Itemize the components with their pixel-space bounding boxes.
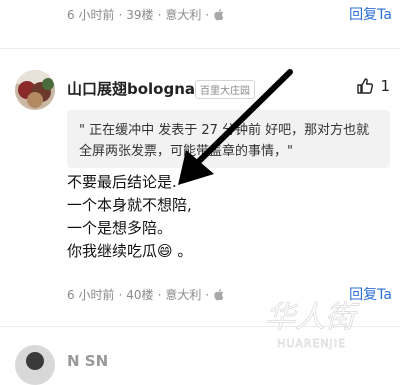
svg-text:华人街: 华人街 (265, 300, 360, 335)
location-badge: 百里大庄园 (195, 80, 255, 99)
comment-meta: 6 小时前 · 40楼 · 意大利 · (67, 286, 224, 303)
avatar[interactable] (15, 70, 55, 110)
apple-icon (214, 9, 224, 21)
comment-region: 意大利 (165, 288, 202, 302)
prev-reply-button[interactable]: 回复Ta (349, 4, 392, 24)
comment-time: 6 小时前 (67, 288, 115, 302)
comment-body: 不要最后结论是. 一个本身就不想陪, 一个是想多陪。 你我继续吃瓜😄 。 (67, 171, 192, 263)
prev-comment-meta: 6 小时前 · 39楼 · 意大利 · (67, 6, 224, 23)
next-avatar[interactable] (15, 345, 55, 385)
avatar-image (15, 345, 55, 385)
thumbs-up-icon (357, 78, 374, 94)
comment-line: 你我继续吃瓜😄 。 (67, 242, 193, 260)
comment-line: 不要最后结论是. (67, 173, 177, 191)
like-button[interactable]: 1 (356, 77, 390, 95)
quoted-comment: " 正在缓冲中 发表于 27 分钟前 好吧，那对方也就全屏两张发票，可能带盖章的… (67, 110, 390, 168)
prev-region: 意大利 (165, 8, 202, 22)
divider (0, 48, 400, 49)
prev-floor: 39楼 (126, 8, 154, 22)
watermark-logo: 华人街 HUARENJIE (265, 300, 361, 351)
apple-icon (214, 289, 224, 301)
avatar-image (15, 70, 55, 110)
quote-text: " 正在缓冲中 发表于 27 分钟前 好吧，那对方也就全屏两张发票，可能带盖章的… (79, 123, 370, 159)
prev-time: 6 小时前 (67, 8, 115, 22)
watermark: 华人街 HUARENJIE (255, 295, 395, 359)
comment-floor: 40楼 (126, 288, 154, 302)
next-username[interactable]: N SN (67, 352, 108, 370)
comment-line: 一个是想多陪。 (67, 219, 173, 237)
svg-text:HUARENJIE: HUARENJIE (277, 337, 346, 350)
comment-line: 一个本身就不想陪, (67, 196, 192, 214)
like-count: 1 (380, 77, 390, 95)
username[interactable]: 山口展翅bologna (67, 78, 195, 99)
